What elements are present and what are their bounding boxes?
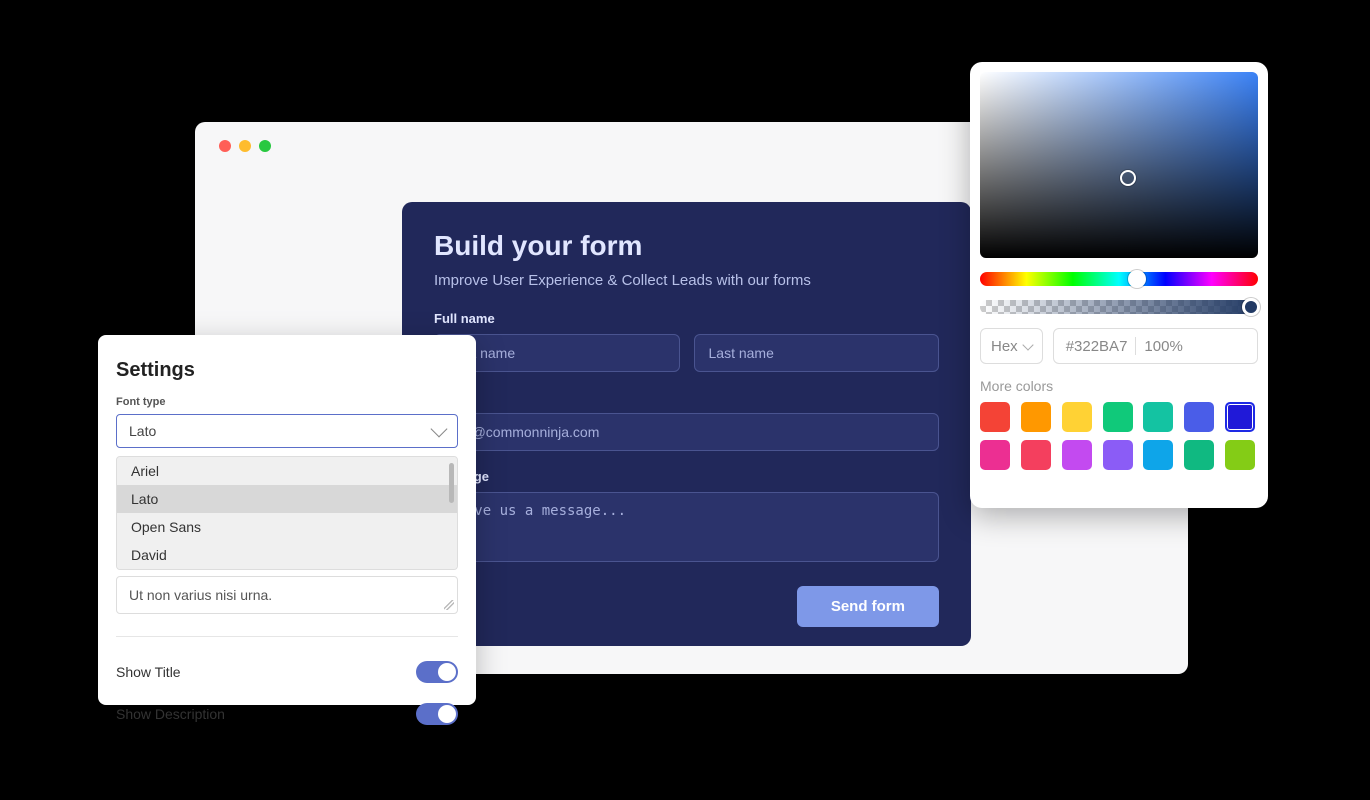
chevron-down-icon <box>431 421 448 438</box>
divider <box>1135 337 1136 355</box>
color-swatch[interactable] <box>1103 402 1133 432</box>
traffic-light-maximize[interactable] <box>259 140 271 152</box>
font-option-lato[interactable]: Lato <box>117 485 457 513</box>
font-option-ariel[interactable]: Ariel <box>117 457 457 485</box>
font-type-select[interactable]: Lato <box>116 414 458 448</box>
dropdown-scrollbar[interactable] <box>449 463 454 503</box>
color-swatch[interactable] <box>1143 440 1173 470</box>
message-label: Message <box>434 469 939 484</box>
alpha-slider[interactable] <box>980 300 1258 314</box>
color-swatch[interactable] <box>1225 402 1255 432</box>
full-name-label: Full name <box>434 311 939 326</box>
alpha-handle[interactable] <box>1242 298 1260 316</box>
color-swatch[interactable] <box>980 440 1010 470</box>
color-swatch[interactable] <box>1062 440 1092 470</box>
color-swatch[interactable] <box>1184 440 1214 470</box>
form-title: Build your form <box>434 230 939 262</box>
hex-input[interactable]: #322BA7 100% <box>1053 328 1258 364</box>
send-form-button[interactable]: Send form <box>797 586 939 627</box>
email-input[interactable] <box>434 413 939 451</box>
divider <box>116 636 458 637</box>
chevron-down-icon <box>1022 339 1033 350</box>
color-swatch-grid <box>980 402 1258 470</box>
color-swatch[interactable] <box>1225 440 1255 470</box>
more-colors-label: More colors <box>980 378 1258 394</box>
show-title-toggle[interactable] <box>416 661 458 683</box>
traffic-light-close[interactable] <box>219 140 231 152</box>
hue-slider[interactable] <box>980 272 1258 286</box>
color-swatch[interactable] <box>1062 402 1092 432</box>
color-swatch[interactable] <box>1021 402 1051 432</box>
settings-title: Settings <box>116 359 458 382</box>
color-format-value: Hex <box>991 338 1018 355</box>
color-swatch[interactable] <box>1184 402 1214 432</box>
hue-handle[interactable] <box>1128 270 1146 288</box>
color-swatch[interactable] <box>1143 402 1173 432</box>
message-input[interactable] <box>434 492 939 562</box>
resize-handle-icon[interactable] <box>444 600 454 610</box>
show-title-label: Show Title <box>116 664 181 680</box>
lorem-textarea[interactable]: Ut non varius nisi urna. <box>116 576 458 614</box>
show-description-label: Show Description <box>116 706 225 722</box>
settings-panel: Settings Font type Lato Ariel Lato Open … <box>98 335 476 705</box>
form-panel: Build your form Improve User Experience … <box>402 202 971 646</box>
color-swatch[interactable] <box>1103 440 1133 470</box>
font-option-open-sans[interactable]: Open Sans <box>117 513 457 541</box>
font-option-david[interactable]: David <box>117 541 457 569</box>
opacity-value: 100% <box>1144 338 1182 355</box>
saturation-lightness-picker[interactable] <box>980 72 1258 258</box>
color-format-select[interactable]: Hex <box>980 328 1043 364</box>
form-subtitle: Improve User Experience & Collect Leads … <box>434 272 939 289</box>
font-type-label: Font type <box>116 396 458 408</box>
color-picker-panel: Hex #322BA7 100% More colors <box>970 62 1268 508</box>
last-name-input[interactable] <box>694 334 940 372</box>
color-swatch[interactable] <box>1021 440 1051 470</box>
font-dropdown: Ariel Lato Open Sans David <box>116 456 458 570</box>
show-description-toggle[interactable] <box>416 703 458 725</box>
traffic-light-minimize[interactable] <box>239 140 251 152</box>
color-swatch[interactable] <box>980 402 1010 432</box>
hex-value: #322BA7 <box>1066 338 1128 355</box>
email-label: Email <box>434 390 939 405</box>
font-type-value: Lato <box>129 423 156 439</box>
gradient-handle[interactable] <box>1120 170 1136 186</box>
